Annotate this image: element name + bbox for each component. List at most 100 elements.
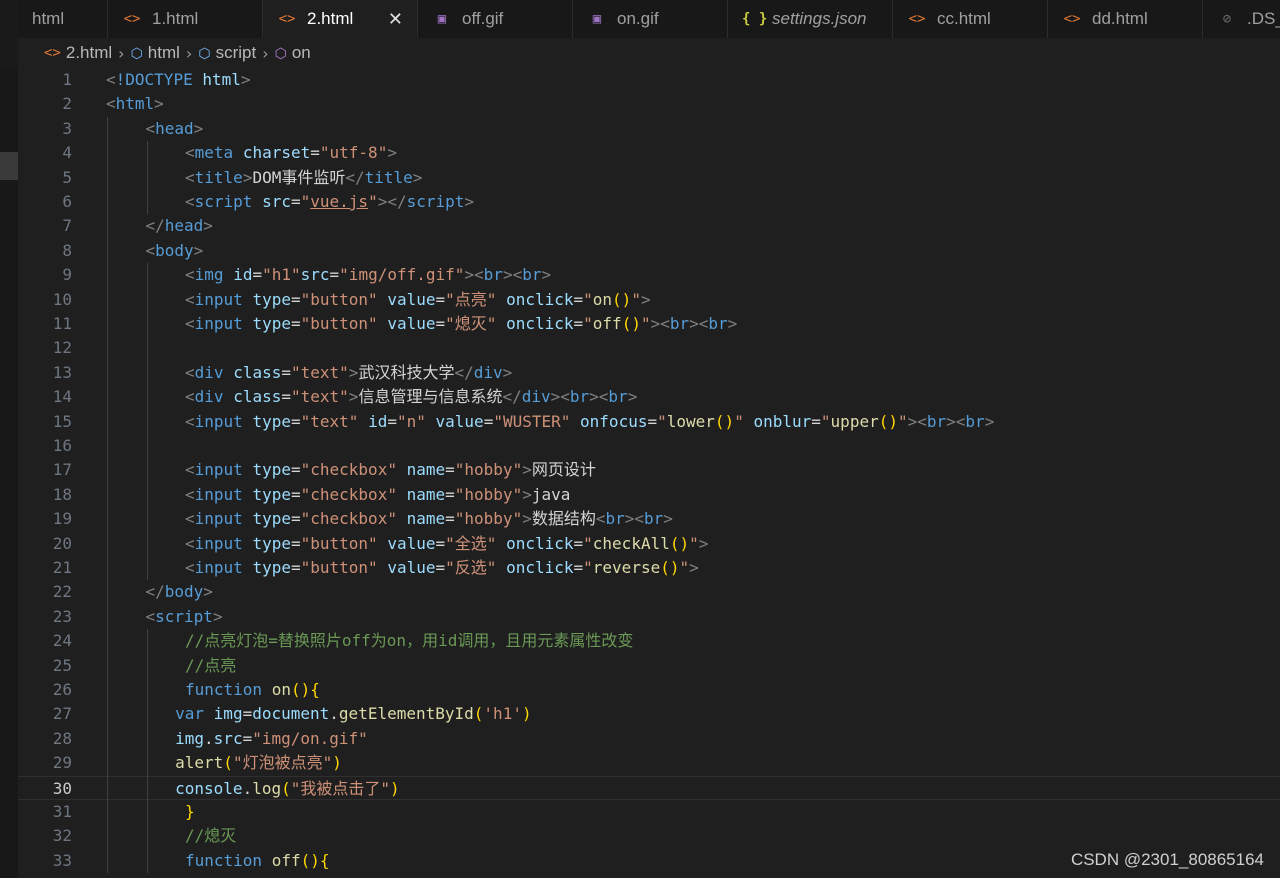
json-file-icon: { }: [742, 11, 768, 27]
code-line[interactable]: 2 <html>: [18, 92, 1280, 116]
code-token: <: [185, 460, 195, 480]
code-line[interactable]: 4 <meta charset="utf-8">: [18, 141, 1280, 165]
code-line[interactable]: 12: [18, 336, 1280, 360]
code-text: <input type="checkbox" name="hobby">网页设计: [185, 458, 596, 482]
code-line[interactable]: 28 img.src="img/on.gif": [18, 727, 1280, 751]
tab-on-gif[interactable]: ▣ on.gif: [573, 0, 728, 38]
code-text: <head>: [146, 117, 204, 141]
code-token: >: [242, 167, 253, 187]
code-line[interactable]: 19 <input type="checkbox" name="hobby">数据…: [18, 507, 1280, 531]
code-line[interactable]: 6 <script src="vue.js"></script>: [18, 190, 1280, 214]
code-line[interactable]: 26 function on(){: [18, 678, 1280, 702]
code-line[interactable]: 18 <input type="checkbox" name="hobby">ja…: [18, 483, 1280, 507]
code-line[interactable]: 17 <input type="checkbox" name="hobby">网页…: [18, 458, 1280, 482]
code-token: >: [203, 582, 213, 602]
code-token: "熄灭": [445, 314, 497, 333]
breadcrumb-item[interactable]: html: [148, 43, 180, 63]
html-file-icon: <>: [908, 11, 926, 27]
code-line[interactable]: 29 alert("灯泡被点亮"): [18, 751, 1280, 775]
code-token: on: [271, 680, 291, 699]
line-number: 21: [52, 558, 72, 577]
line-number: 32: [52, 826, 72, 846]
code-token: onfocus: [580, 411, 648, 431]
line-number: 5: [62, 167, 72, 187]
tab-html[interactable]: html: [18, 0, 108, 38]
tab-1-html[interactable]: <> 1.html: [108, 0, 263, 38]
code-token: "hobby": [454, 509, 523, 529]
code-line[interactable]: 16: [18, 434, 1280, 458]
code-line[interactable]: 9 <img id="h1"src="img/off.gif"><br><br>: [18, 263, 1280, 287]
code-token: head: [155, 118, 194, 138]
code-token: onclick: [506, 289, 574, 309]
tab-label: cc.html: [937, 9, 991, 28]
code-token: script: [194, 192, 253, 211]
code-line[interactable]: 10 <input type="button" value="点亮" onclic…: [18, 288, 1280, 312]
chevron-right-icon: ›: [118, 43, 125, 63]
html-file-icon: <>: [278, 11, 296, 27]
breadcrumb-item[interactable]: script: [216, 43, 257, 63]
code-token: ): [521, 704, 532, 724]
code-token: <: [185, 558, 195, 577]
code-line[interactable]: 8 <body>: [18, 239, 1280, 263]
code-line[interactable]: 30 console.log("我被点击了"): [18, 775, 1280, 800]
tab-2-html[interactable]: <> 2.html ✕: [263, 0, 418, 38]
code-text: <input type="button" value="熄灭" onclick=…: [185, 312, 737, 336]
code-text: img.src="img/on.gif": [175, 727, 368, 751]
tab-ds-s[interactable]: ⊘ .DS_S: [1203, 0, 1280, 38]
code-line[interactable]: 20 <input type="button" value="全选" onclic…: [18, 532, 1280, 556]
code-token: >: [240, 70, 251, 89]
code-token: title: [194, 167, 243, 187]
code-line[interactable]: 13 <div class="text">武汉科技大学</div>: [18, 361, 1280, 385]
tab-off-gif[interactable]: ▣ off.gif: [418, 0, 573, 38]
code-line[interactable]: 5 <title>DOM事件监听</title>: [18, 166, 1280, 190]
code-token: alert: [175, 753, 224, 773]
close-icon[interactable]: ✕: [388, 9, 403, 30]
code-line[interactable]: 23 <script>: [18, 605, 1280, 629]
code-line[interactable]: 31}: [18, 800, 1280, 824]
code-token: =: [281, 387, 291, 407]
line-number: 33: [52, 850, 72, 870]
code-line[interactable]: 15 <input type="text" id="n" value="WUSTE…: [18, 410, 1280, 434]
code-line[interactable]: 3 <head>: [18, 117, 1280, 141]
code-token: DOM事件监听: [252, 167, 346, 187]
activity-indicator[interactable]: [0, 152, 18, 180]
line-number: 12: [52, 338, 72, 358]
code-editor[interactable]: 1 <!DOCTYPE html> 2 <html> 3 <head> 4 <meta cha…: [18, 68, 1280, 878]
code-token: upper: [830, 411, 879, 431]
code-line[interactable]: 22 </body>: [18, 580, 1280, 604]
code-line[interactable]: 32 //熄灭: [18, 824, 1280, 848]
code-line[interactable]: 24 //点亮灯泡=替换照片off为on，用id调用，且用元素属性改变: [18, 629, 1280, 653]
code-line[interactable]: 25 //点亮: [18, 654, 1280, 678]
code-line[interactable]: 14 <div class="text">信息管理与信息系统</div><br><…: [18, 385, 1280, 409]
code-token: ><: [502, 265, 523, 285]
code-token: type: [252, 484, 291, 504]
code-line[interactable]: 7 </head>: [18, 214, 1280, 238]
breadcrumb-item[interactable]: on: [292, 43, 311, 63]
code-token: onclick: [506, 314, 574, 333]
code-line[interactable]: 27 var img=document.getElementById('h1'): [18, 702, 1280, 726]
line-number: 25: [52, 655, 72, 675]
tab-label: 2.html: [307, 9, 354, 28]
code-line[interactable]: 1 <!DOCTYPE html>: [18, 68, 1280, 92]
code-token: "text": [300, 411, 359, 431]
code-token: >: [640, 289, 651, 309]
code-line[interactable]: 11 <input type="button" value="熄灭" onclic…: [18, 312, 1280, 336]
breadcrumb-item[interactable]: 2.html: [66, 43, 112, 63]
tab-cc-html[interactable]: <> cc.html: [893, 0, 1048, 38]
tab-settings-json[interactable]: { } settings.json: [728, 0, 893, 38]
code-line[interactable]: 21 <input type="button" value="反选" onclic…: [18, 556, 1280, 580]
line-number: 26: [52, 680, 72, 699]
code-token: br: [483, 265, 503, 285]
code-token: =: [435, 289, 446, 309]
code-token: =: [573, 533, 584, 553]
code-token: >: [541, 265, 552, 285]
tab-dd-html[interactable]: <> dd.html: [1048, 0, 1203, 38]
line-number: 22: [52, 582, 72, 602]
code-token: >: [689, 558, 699, 577]
code-token: =: [310, 143, 320, 163]
